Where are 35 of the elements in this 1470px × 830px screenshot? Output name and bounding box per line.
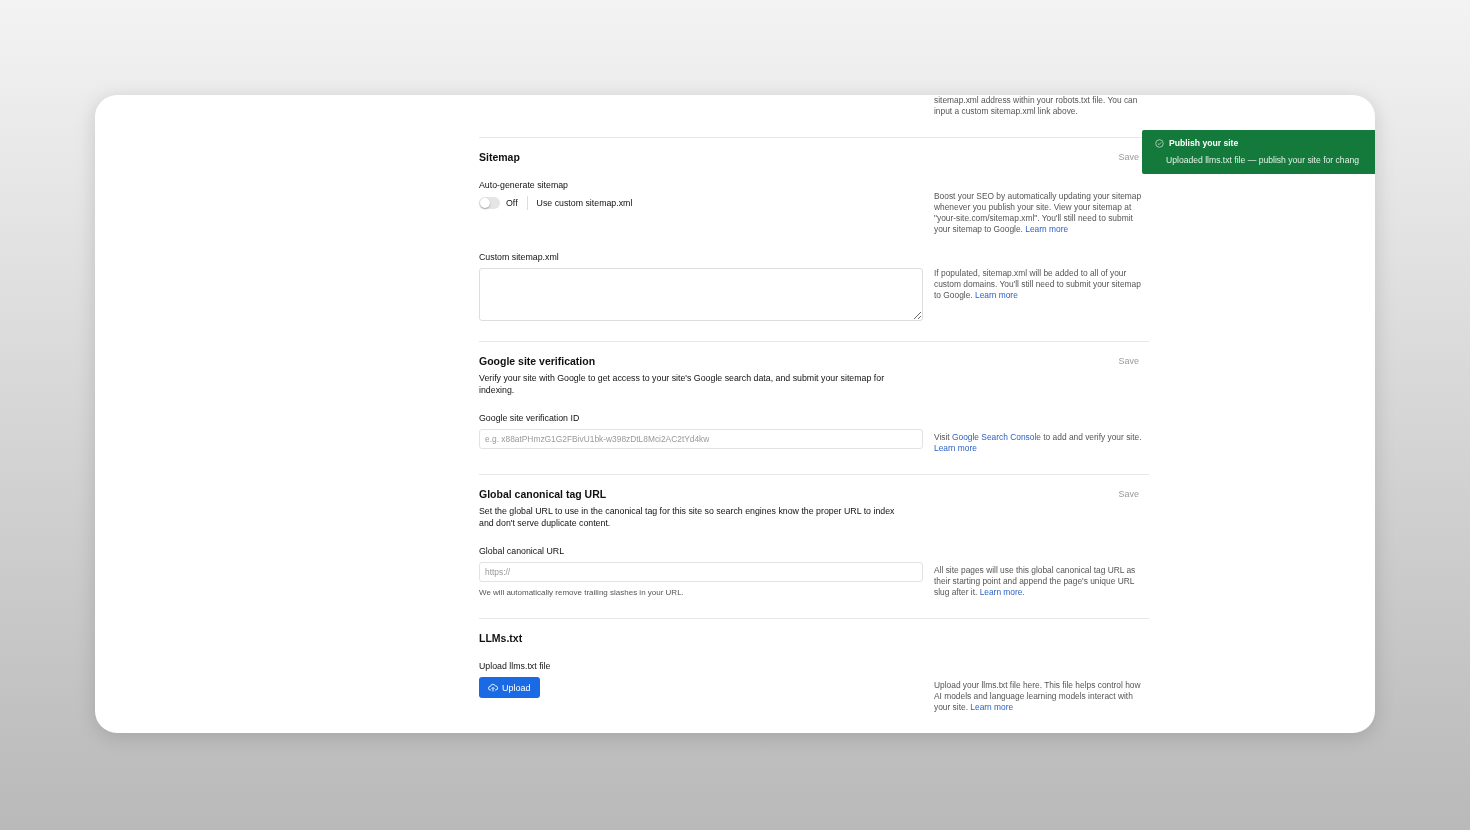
help-link[interactable]: Learn more (970, 702, 1014, 712)
section-title: Global canonical tag URL (479, 488, 607, 500)
field-label: Global canonical URL (479, 546, 566, 556)
field-label: Custom sitemap.xml (479, 252, 560, 262)
help-text: sitemap.xml address within your robots.txt file. You can input a custom sitemap.xml link above. (934, 95, 1139, 117)
toggle-switch[interactable] (479, 197, 500, 209)
option-label: Use custom sitemap.xml (536, 198, 633, 208)
help-link[interactable]: Learn more. (979, 587, 1025, 597)
toggle-state: Off (506, 198, 518, 208)
field-label: Auto-generate sitemap (479, 180, 569, 190)
section-description: Verify your site with Google to get access to your site's Google search data, and submit your sitemap for indexing. (479, 372, 886, 396)
help-link[interactable]: Google Search Console (952, 432, 1041, 442)
toast-message: Uploaded llms.txt file — publish your site for chang (1166, 155, 1360, 165)
help-text: All site pages will use this global canonical tag URL as their starting point and append the page's unique URL slug after it. Learn more. (934, 565, 1137, 598)
help-text: Boost your SEO by automatically updating your sitemap whenever you publish your site. View your sitemap at "your-site.com/sitemap.xml". You'll still need to submit your sitemap to Google. Learn more (934, 191, 1143, 235)
section-description: Set the global URL to use in the canonical tag for this site so search engines know the proper URL to index and don't serve duplicate content. (479, 505, 896, 529)
help-link[interactable]: Learn more (1025, 224, 1069, 234)
help-text: If populated, sitemap.xml will be added to all of your custom domains. You'll still need to submit your sitemap to Google. Learn more (934, 268, 1142, 301)
field-label: Upload llms.txt file (479, 661, 552, 671)
check-circle-icon (1155, 138, 1164, 148)
input-field[interactable]: https:// (479, 562, 923, 582)
field-label: Google site verification ID (479, 413, 581, 423)
sitemap-textarea[interactable] (479, 268, 923, 321)
section-title: Google site verification (479, 355, 596, 367)
upload-button[interactable]: Upload (479, 677, 540, 698)
field-note: We will automatically remove trailing slashes in your URL. (479, 588, 685, 597)
section-title: Sitemap (479, 151, 520, 163)
help-link[interactable]: Learn more (975, 290, 1018, 300)
cloud-upload-icon (488, 683, 498, 692)
toast-title: Publish your site (1169, 138, 1239, 148)
help-text: Upload your llms.txt file here. This file helps control how AI models and language learning models interact with your site. Learn more (934, 680, 1142, 713)
help-text: Visit Google Search Console to add and verify your site. Learn more (934, 432, 1143, 454)
section-title: LLMs.txt (479, 632, 523, 644)
input-field[interactable]: e.g. x88atPHmzG1G2FBivU1bk-w398zDtL8Mci2AC2tYd4kw (479, 429, 923, 449)
help-link[interactable]: Learn more (934, 443, 977, 453)
